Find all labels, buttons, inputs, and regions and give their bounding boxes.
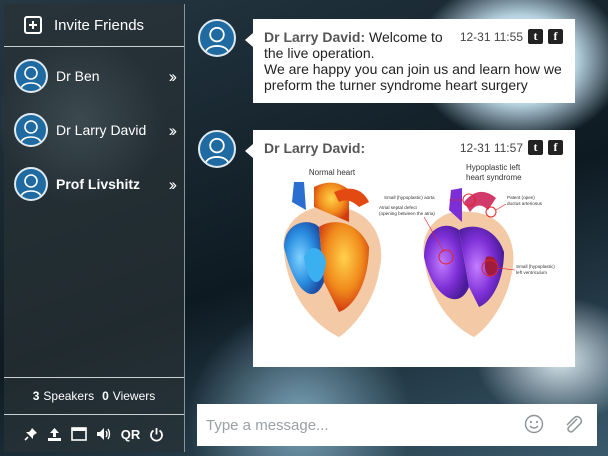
avatar-icon [14,59,48,93]
window-icon[interactable] [70,427,87,441]
message-text-continued: We are happy you can join us and learn h… [264,61,562,93]
twitter-icon[interactable]: t [528,29,543,44]
facebook-icon[interactable]: f [548,29,563,44]
twitter-icon[interactable]: t [528,140,543,155]
speakers-label: Speakers [43,389,95,403]
viewers-label: Viewers [112,389,156,403]
smiley-icon[interactable] [524,414,544,439]
message-timestamp: 12-31 11:55 [459,29,523,44]
hlhs-title-line2: heart syndrome [466,173,522,182]
message-meta: 12-31 11:57 t f [460,140,563,155]
viewers-count: 0 [102,389,109,403]
upload-icon[interactable] [47,427,62,442]
avatar-icon [14,113,48,147]
label-pda-line1: Patent (open) [507,195,535,200]
label-pda-line2: ductus arteriosus [507,201,543,206]
message-input[interactable] [204,415,508,435]
sender-avatar-icon [198,19,236,57]
double-chevron-right-icon[interactable]: ›› [169,67,178,87]
label-asd-line2: (opening between the atria) [379,211,435,216]
participants-sidebar: Invite Friends Dr Ben ›› Dr Larry David … [4,4,185,452]
label-asd-line1: Atrial septal defect [379,205,418,210]
label-hypoplastic-aorta: Small (hypoplastic) aorta [384,195,435,200]
volume-icon[interactable] [96,427,112,441]
message-meta: 12-31 11:55 t f [460,29,563,44]
double-chevron-right-icon[interactable]: ›› [169,175,178,195]
invite-friends-label: Invite Friends [54,16,145,34]
label-lv-line2: left ventriculum [516,270,547,275]
hlhs-heart-drawing [423,188,514,337]
paperclip-icon[interactable] [562,414,584,441]
chat-message: Dr Larry David: Welcome to the live oper… [245,19,575,103]
contact-name: Dr Ben [56,68,100,84]
message-sender: Dr Larry David: [264,29,366,45]
power-icon[interactable] [149,427,164,442]
contact-name: Prof Livshitz [56,176,141,192]
speakers-count: 3 [32,389,40,403]
label-lv-line1: Small (hypoplastic) [516,264,555,269]
contact-item-dr-larry-david[interactable]: Dr Larry David ›› [4,103,184,157]
chat-message: Dr Larry David: 12-31 11:57 t f Normal h… [245,130,575,367]
avatar-icon [14,167,48,201]
audience-stats: 3 Speakers 0 Viewers [4,377,184,415]
message-composer [197,404,597,446]
hlhs-title-line1: Hypoplastic left [466,163,521,172]
message-timestamp: 12-31 11:57 [459,140,523,155]
facebook-icon[interactable]: f [548,140,563,155]
contact-item-prof-livshitz[interactable]: Prof Livshitz ›› [4,157,184,211]
normal-heart-title: Normal heart [309,168,356,177]
contact-name: Dr Larry David [56,122,147,138]
contact-item-dr-ben[interactable]: Dr Ben ›› [4,49,184,103]
sidebar-toolbar: QR [4,416,184,452]
qr-icon[interactable]: QR [121,427,141,442]
normal-heart-drawing [283,182,382,337]
double-chevron-right-icon[interactable]: ›› [169,121,178,141]
pin-icon[interactable] [24,427,38,441]
heart-diagram-image[interactable]: Normal heart Hypoplastic left heart synd… [264,162,564,357]
invite-friends-button[interactable]: Invite Friends [4,4,184,47]
plus-icon [24,16,42,34]
sender-avatar-icon [198,130,236,168]
